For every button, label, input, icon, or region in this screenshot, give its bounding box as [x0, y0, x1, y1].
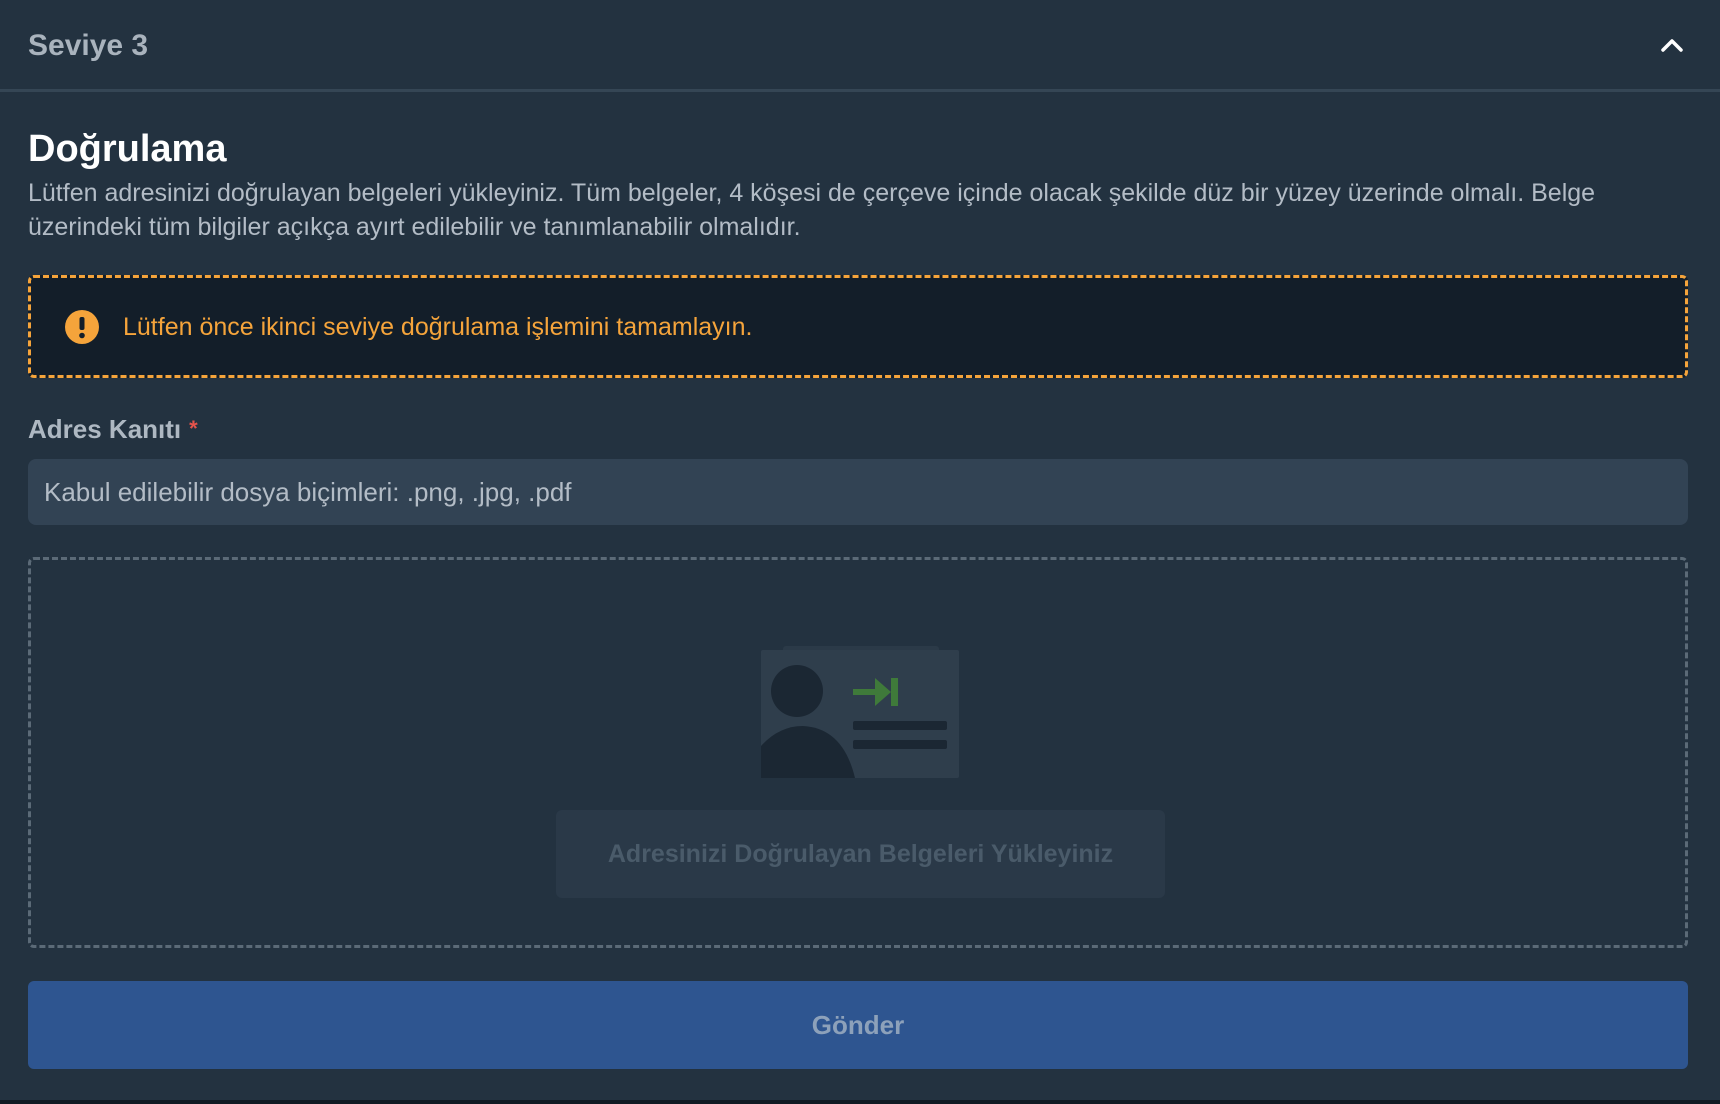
submit-button[interactable]: Gönder — [28, 981, 1688, 1069]
warning-message: Lütfen önce ikinci seviye doğrulama işle… — [123, 313, 753, 341]
accepted-formats-field: Kabul edilebilir dosya biçimleri: .png, … — [28, 459, 1688, 525]
warning-box: Lütfen önce ikinci seviye doğrulama işle… — [28, 275, 1688, 378]
collapse-toggle-button[interactable] — [1648, 24, 1696, 66]
section-title: Doğrulama — [28, 128, 227, 170]
upload-documents-button[interactable]: Adresinizi Doğrulayan Belgeleri Yükleyin… — [556, 810, 1165, 898]
address-proof-label-text: Adres Kanıtı — [28, 414, 182, 444]
section-description: Lütfen adresinizi doğrulayan belgeleri y… — [28, 179, 1596, 241]
level-title: Seviye 3 — [28, 29, 149, 62]
address-proof-label: Adres Kanıtı * — [28, 413, 198, 445]
panel-header[interactable]: Seviye 3 — [0, 0, 1720, 92]
chevron-up-icon — [1661, 39, 1683, 52]
file-dropzone[interactable]: Adresinizi Doğrulayan Belgeleri Yükleyin… — [28, 557, 1688, 948]
required-indicator: * — [189, 416, 198, 441]
verification-level-panel: Seviye 3 Doğrulama Lütfen adresinizi doğ… — [0, 0, 1720, 1100]
id-card-icon — [761, 646, 959, 778]
exclamation-circle-icon — [65, 310, 99, 344]
